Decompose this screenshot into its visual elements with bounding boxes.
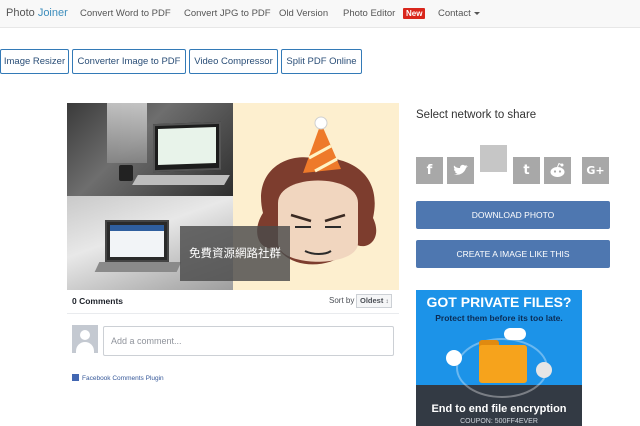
ad-tagline: End to end file encryption	[431, 403, 567, 415]
collage-photo: 免費資源網路社群	[67, 103, 399, 290]
encryption-ad-banner[interactable]: GOT PRIVATE FILES? Protect them before i…	[416, 290, 582, 426]
avatar	[72, 325, 98, 353]
tumblr-icon[interactable]: t	[513, 157, 540, 184]
nav-photo-editor[interactable]: Photo Editor	[343, 8, 395, 19]
image-resizer-button[interactable]: Image Resizer	[0, 49, 69, 74]
google-plus-icon[interactable]: G+	[582, 157, 609, 184]
photo-caption: 免費資源網路社群	[180, 226, 290, 281]
sort-order-value: Oldest	[360, 296, 384, 305]
file-icon	[446, 350, 462, 366]
share-title: Select network to share	[416, 109, 537, 121]
laptop-desk-photo	[67, 103, 233, 196]
create-image-like-this-button[interactable]: CREATE A IMAGE LIKE THIS	[416, 240, 610, 268]
gamepad-icon	[504, 328, 526, 340]
folder-icon	[479, 345, 527, 383]
laptop-shape	[105, 220, 169, 262]
laptop-shape	[153, 121, 221, 173]
nav-contact-label: Contact	[438, 8, 471, 19]
download-photo-button[interactable]: DOWNLOAD PHOTO	[416, 201, 610, 229]
brand-accent: Joiner	[37, 7, 68, 19]
converter-image-to-pdf-button[interactable]: Converter Image to PDF	[72, 49, 186, 74]
sort-by-label: Sort by	[329, 296, 355, 305]
top-navbar: Photo Joiner Convert Word to PDF Convert…	[0, 0, 640, 28]
sort-arrows-icon: ↕	[385, 299, 389, 305]
nav-contact-dropdown[interactable]: Contact	[438, 8, 480, 19]
new-badge: New	[403, 8, 426, 19]
facebook-icon	[72, 374, 79, 381]
nav-convert-jpg-to-pdf[interactable]: Convert JPG to PDF	[184, 8, 271, 19]
facebook-comments-plugin-link[interactable]: Facebook Comments Plugin	[72, 374, 164, 383]
brand-prefix: Photo	[6, 7, 38, 19]
nav-old-version[interactable]: Old Version	[279, 8, 328, 19]
ad-headline: GOT PRIVATE FILES?	[426, 294, 572, 310]
comments-count: 0 Comments	[72, 296, 124, 306]
share-placeholder-button[interactable]	[480, 145, 507, 172]
ad-coupon: COUPON: 500FF4EVER	[460, 418, 538, 425]
nav-convert-word-to-pdf[interactable]: Convert Word to PDF	[80, 8, 171, 19]
chevron-down-icon	[473, 11, 480, 15]
twitter-icon[interactable]	[447, 157, 474, 184]
reddit-icon[interactable]	[544, 157, 571, 184]
mug-shape	[119, 165, 133, 181]
plugin-label: Facebook Comments Plugin	[82, 375, 164, 383]
server-icon	[536, 362, 552, 378]
split-pdf-online-button[interactable]: Split PDF Online	[281, 49, 362, 74]
comment-input[interactable]: Add a comment...	[103, 326, 394, 356]
sort-order-select[interactable]: Oldest ↕	[356, 294, 392, 308]
facebook-icon[interactable]: f	[416, 157, 443, 184]
ad-subline: Protect them before its too late.	[435, 313, 563, 323]
divider	[67, 313, 399, 314]
brand-logo[interactable]: Photo Joiner	[6, 7, 68, 19]
video-compressor-button[interactable]: Video Compressor	[189, 49, 278, 74]
